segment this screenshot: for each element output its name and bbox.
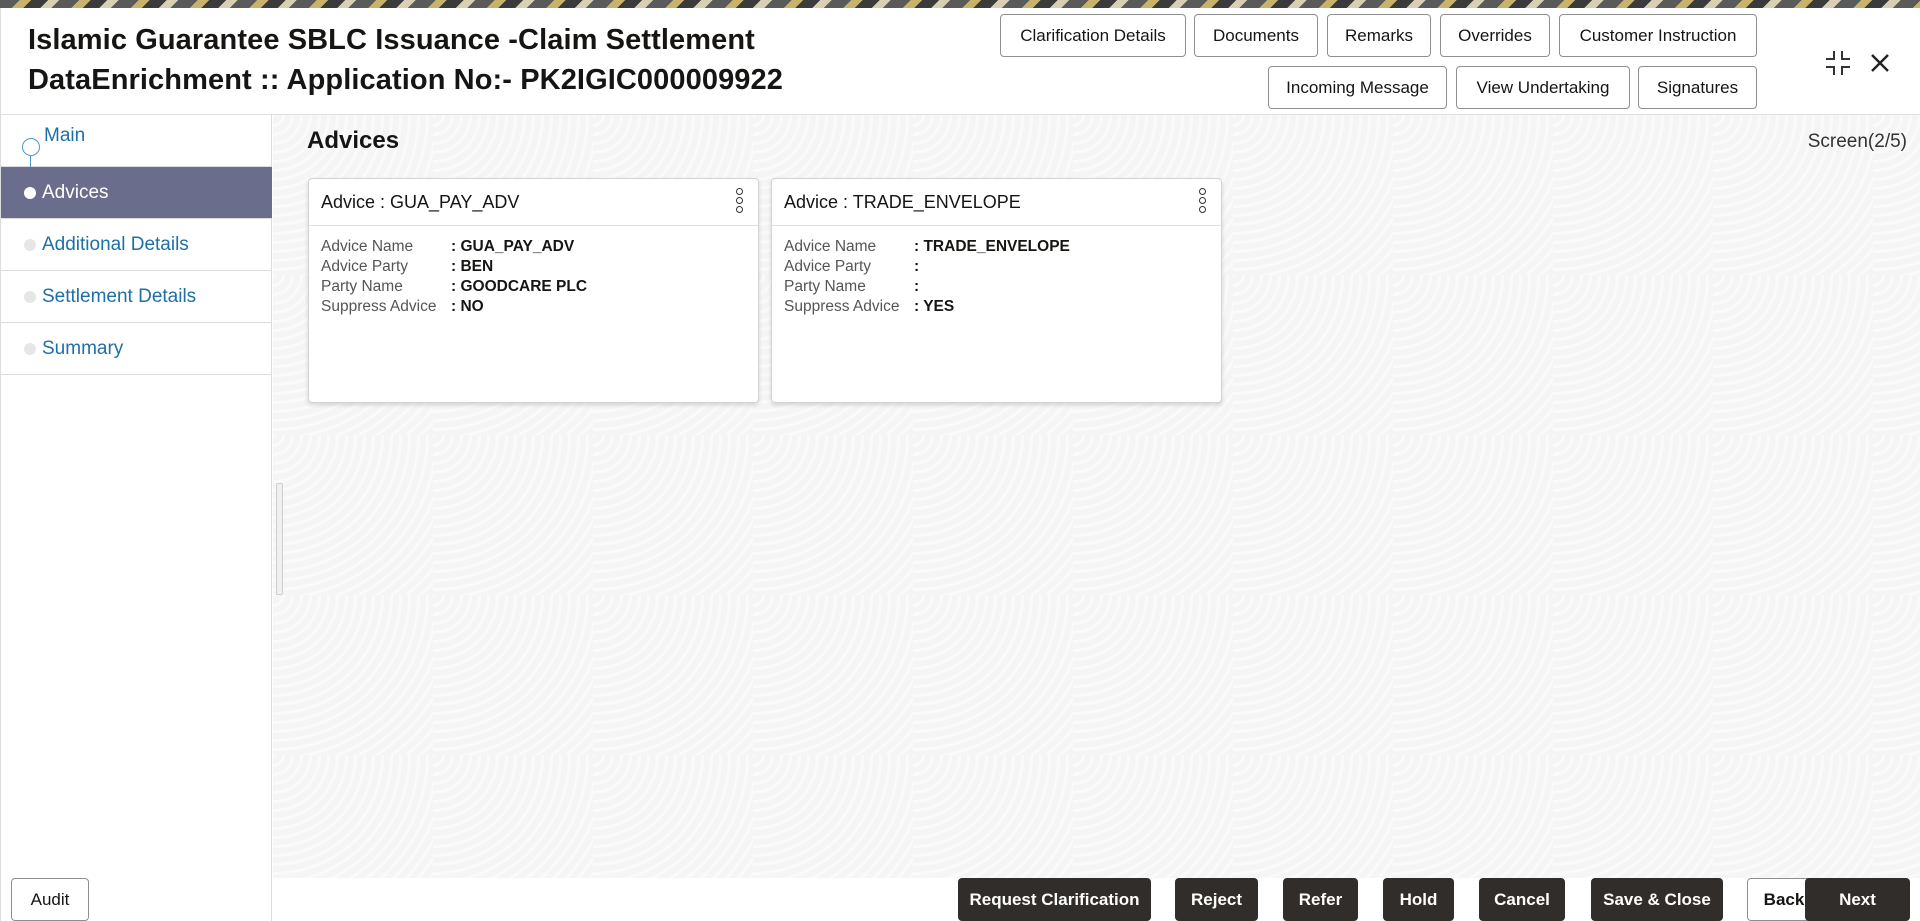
- check-circle-icon: [22, 138, 40, 156]
- clarification-details-button[interactable]: Clarification Details: [1000, 14, 1186, 57]
- application-window: Islamic Guarantee SBLC Issuance -Claim S…: [0, 8, 1920, 921]
- documents-button[interactable]: Documents: [1194, 14, 1318, 57]
- signatures-button[interactable]: Signatures: [1638, 66, 1757, 109]
- audit-button[interactable]: Audit: [11, 878, 89, 921]
- advice-card-title: Advice : GUA_PAY_ADV: [321, 192, 520, 212]
- collapse-icon[interactable]: [1823, 48, 1853, 78]
- overrides-button[interactable]: Overrides: [1440, 14, 1550, 57]
- step-dot-icon: [24, 342, 36, 355]
- section-title: Advices: [307, 127, 400, 154]
- field-label: Party Name: [321, 278, 403, 295]
- field-value: : GUA_PAY_ADV: [451, 238, 575, 255]
- panel-splitter-handle[interactable]: [276, 483, 283, 595]
- close-icon[interactable]: [1867, 50, 1893, 76]
- view-undertaking-button[interactable]: View Undertaking: [1456, 66, 1630, 109]
- more-options-icon[interactable]: [734, 187, 744, 217]
- advice-card-header: Advice : GUA_PAY_ADV: [309, 179, 758, 226]
- cancel-button[interactable]: Cancel: [1479, 878, 1565, 921]
- page-title-line1: Islamic Guarantee SBLC Issuance -Claim S…: [28, 24, 755, 56]
- more-options-icon[interactable]: [1197, 187, 1207, 217]
- screen-counter: Screen(2/5): [1807, 131, 1907, 152]
- header: Islamic Guarantee SBLC Issuance -Claim S…: [1, 8, 1920, 115]
- field-value: :: [914, 278, 920, 295]
- field-value: : NO: [451, 298, 484, 315]
- sidebar-item-label: Main: [44, 125, 86, 146]
- advice-card: Advice : TRADE_ENVELOPE Advice Name : TR…: [771, 178, 1222, 403]
- field-label: Advice Party: [321, 258, 409, 275]
- sidebar: Main Advices Additional Details Settleme…: [1, 115, 272, 921]
- top-banner: [0, 0, 1920, 8]
- field-label: Advice Name: [321, 238, 414, 255]
- field-value: : TRADE_ENVELOPE: [914, 238, 1070, 255]
- next-button[interactable]: Next: [1805, 878, 1910, 921]
- field-label: Suppress Advice: [321, 298, 437, 315]
- field-value: : GOODCARE PLC: [451, 278, 588, 295]
- advice-card-title: Advice : TRADE_ENVELOPE: [784, 192, 1021, 212]
- remarks-button[interactable]: Remarks: [1327, 14, 1431, 57]
- hold-button[interactable]: Hold: [1383, 878, 1454, 921]
- sidebar-item-main[interactable]: Main: [1, 115, 272, 173]
- sidebar-item-advices[interactable]: Advices: [1, 167, 272, 219]
- sidebar-item-summary[interactable]: Summary: [1, 323, 272, 375]
- customer-instruction-button[interactable]: Customer Instruction: [1559, 14, 1757, 57]
- field-label: Advice Party: [784, 258, 872, 275]
- field-value: : YES: [914, 298, 955, 315]
- step-dot-icon: [24, 290, 36, 303]
- sidebar-item-label: Summary: [42, 337, 124, 359]
- field-label: Party Name: [784, 278, 866, 295]
- advice-card: Advice : GUA_PAY_ADV Advice Name : GUA_P…: [308, 178, 759, 403]
- sidebar-item-label: Additional Details: [42, 233, 189, 255]
- sidebar-item-label: Advices: [42, 181, 109, 203]
- advice-card-header: Advice : TRADE_ENVELOPE: [772, 179, 1221, 226]
- reject-button[interactable]: Reject: [1175, 878, 1258, 921]
- request-clarification-button[interactable]: Request Clarification: [958, 878, 1151, 921]
- sidebar-item-additional-details[interactable]: Additional Details: [1, 219, 272, 271]
- field-label: Suppress Advice: [784, 298, 900, 315]
- sidebar-item-label: Settlement Details: [42, 285, 197, 307]
- incoming-message-button[interactable]: Incoming Message: [1268, 66, 1447, 109]
- step-dot-icon: [24, 186, 36, 199]
- refer-button[interactable]: Refer: [1283, 878, 1358, 921]
- save-and-close-button[interactable]: Save & Close: [1591, 878, 1723, 921]
- page-title-line2: DataEnrichment :: Application No:- PK2IG…: [28, 64, 783, 96]
- field-value: :: [914, 258, 920, 275]
- field-label: Advice Name: [784, 238, 877, 255]
- field-value: : BEN: [451, 258, 494, 275]
- step-dot-icon: [24, 238, 36, 251]
- sidebar-item-settlement-details[interactable]: Settlement Details: [1, 271, 272, 323]
